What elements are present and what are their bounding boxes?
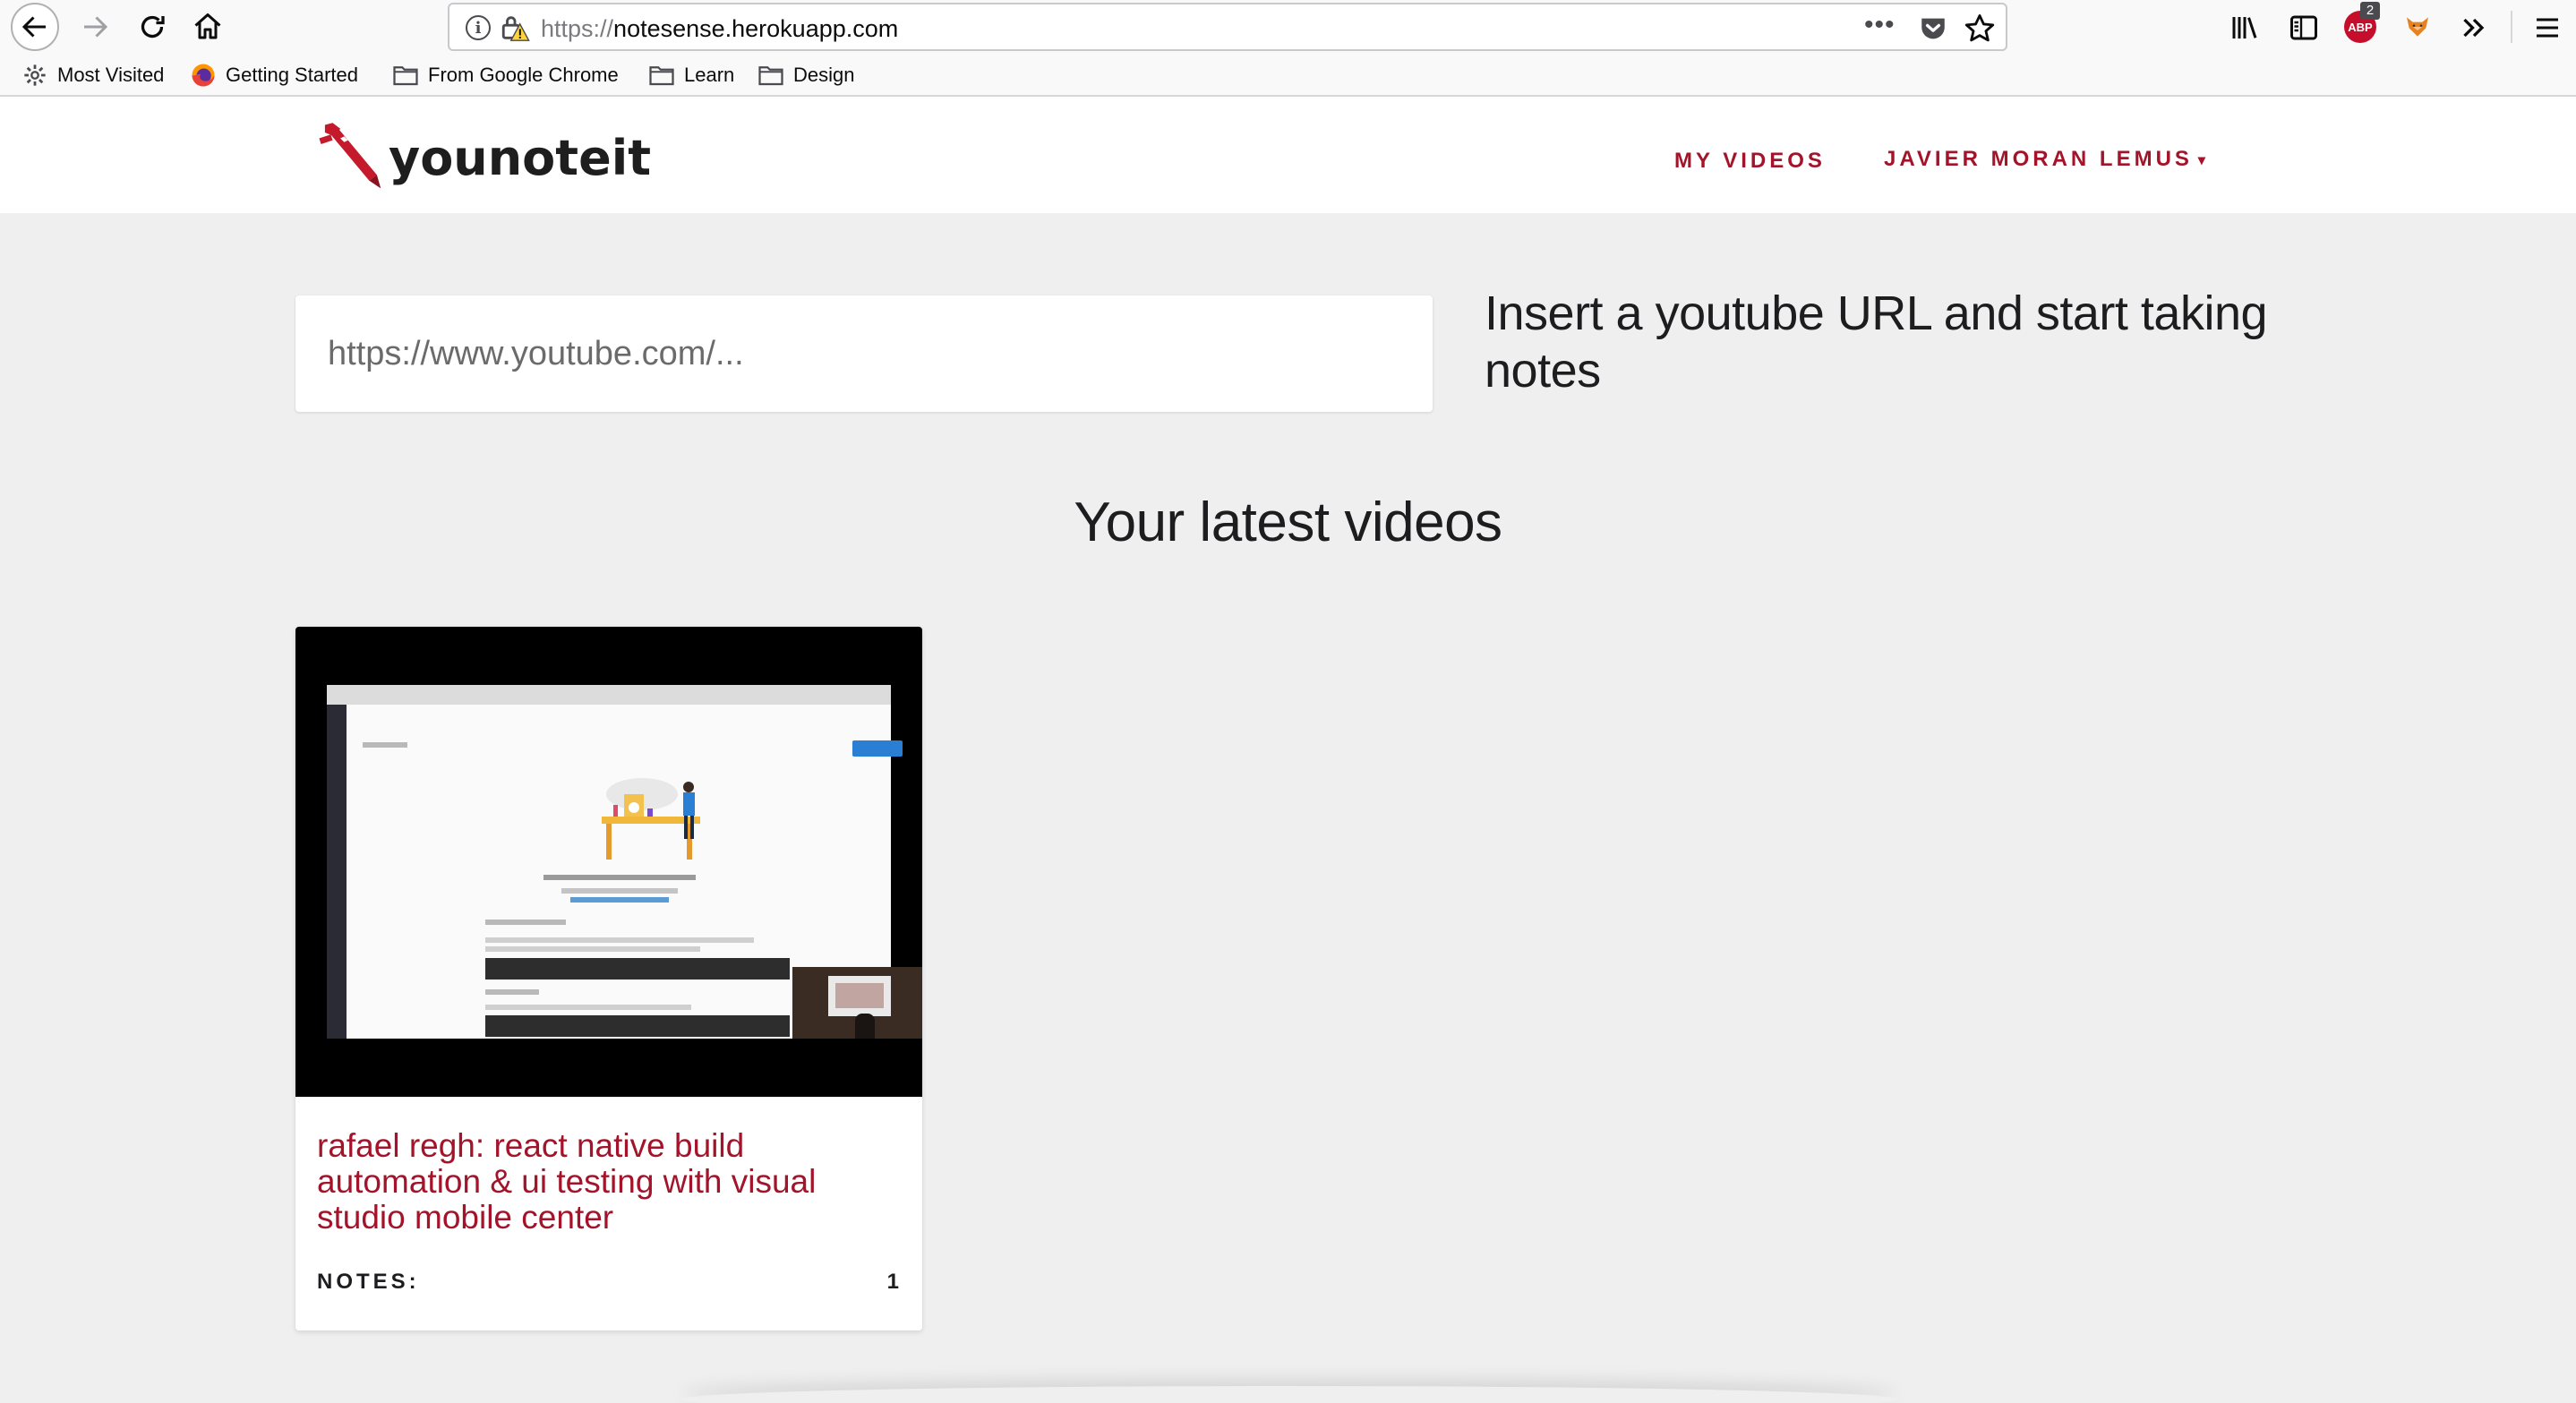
reload-icon [141,15,165,38]
bookmark-label: Getting Started [226,64,358,86]
address-bar[interactable]: i https://notesense.herokuapp.com ••• [448,3,2007,51]
section-title: Your latest videos [1074,492,1502,553]
nav-my-videos[interactable]: MY VIDEOS [1674,149,1826,174]
site-logo[interactable]: younoteit [313,122,651,193]
user-menu[interactable]: JAVIER MORAN LEMUS ▾ [1884,147,2209,172]
video-thumbnail[interactable] [295,627,922,1097]
fox-extension-icon[interactable] [2403,13,2432,41]
page-actions-menu-icon[interactable]: ••• [1864,10,1896,40]
speaker-camera-inset [792,967,922,1039]
site-header: younoteit MY VIDEOS JAVIER MORAN LEMUS ▾ [0,97,2576,213]
gear-icon [21,62,48,89]
toolbar-separator [2511,11,2512,43]
arrow-left-icon [21,16,46,38]
bookmark-from-google-chrome[interactable]: From Google Chrome [392,61,619,90]
insecure-lock-icon[interactable] [500,12,530,44]
bookmark-learn[interactable]: Learn [648,61,734,90]
bookmark-star-icon[interactable] [1963,12,1997,46]
bookmark-label: Learn [684,64,735,86]
bookmark-design[interactable]: Design [757,61,854,90]
info-icon[interactable]: i [466,15,491,40]
logo-text: younoteit [389,129,652,186]
hamburger-menu-icon[interactable] [2530,11,2564,45]
notes-label: NOTES: [317,1270,420,1294]
video-title[interactable]: rafael regh: react native build automati… [317,1128,890,1236]
bookmarks-bar: Most Visited Getting Started From Google… [0,54,2576,97]
video-card[interactable]: rafael regh: react native build automati… [295,627,922,1330]
folder-icon [392,62,419,89]
reload-button[interactable] [131,5,174,48]
forward-button[interactable] [73,5,116,48]
bottom-card-shadow [680,1386,1898,1403]
url-text[interactable]: https://notesense.herokuapp.com [541,15,898,43]
library-icon[interactable] [2228,11,2262,45]
youtube-url-field[interactable] [295,295,1433,412]
bookmark-label: From Google Chrome [428,64,619,86]
url-hint-text: Insert a youtube URL and start taking no… [1485,287,2268,398]
home-button[interactable] [186,5,229,48]
bookmark-label: Design [793,64,855,86]
overflow-chevron-icon[interactable] [2457,11,2491,45]
browser-toolbar: i https://notesense.herokuapp.com ••• AB… [0,0,2576,54]
url-scheme: https:// [541,15,614,42]
user-name: JAVIER MORAN LEMUS [1884,147,2193,171]
home-icon [194,13,221,39]
back-button[interactable] [11,3,59,51]
bookmark-label: Most Visited [57,64,165,86]
pen-logo-icon [319,123,381,189]
sidebar-icon[interactable] [2287,11,2321,45]
arrow-right-icon [84,16,108,38]
youtube-url-input[interactable] [295,295,1433,412]
bookmark-most-visited[interactable]: Most Visited [21,61,164,90]
firefox-icon [190,62,217,89]
bookmark-getting-started[interactable]: Getting Started [190,61,358,90]
url-host: notesense.herokuapp.com [613,15,899,42]
notes-count: 1 [886,1270,899,1294]
pocket-icon[interactable] [1918,13,1948,44]
folder-icon [648,62,675,89]
folder-icon [757,62,784,89]
caret-down-icon: ▾ [2197,152,2209,168]
adblock-badge: 2 [2360,2,2380,20]
